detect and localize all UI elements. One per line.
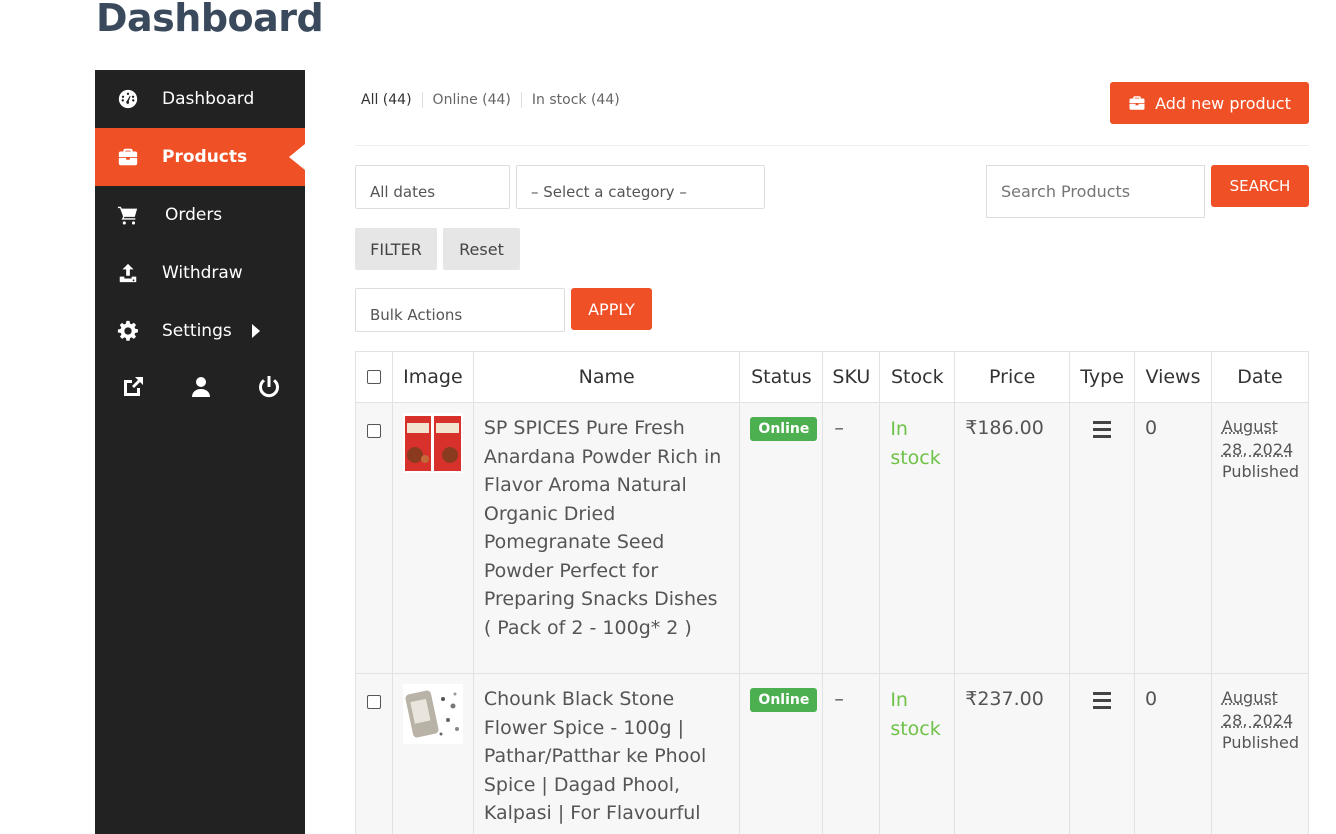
- bulk-actions-select[interactable]: Bulk Actions: [355, 288, 565, 332]
- status-badge: Online: [750, 417, 818, 441]
- reset-button[interactable]: Reset: [443, 228, 520, 270]
- table-row: Chounk Black Stone Flower Spice - 100g |…: [355, 673, 1310, 834]
- search-input[interactable]: [986, 165, 1205, 218]
- briefcase-icon: [117, 146, 139, 168]
- bulk-actions-value: Bulk Actions: [370, 306, 463, 324]
- row-checkbox[interactable]: [366, 695, 381, 709]
- col-date: Date: [1210, 351, 1310, 403]
- tab-all[interactable]: All (44): [361, 92, 422, 108]
- col-status: Status: [739, 351, 824, 403]
- product-image-cell: [391, 673, 474, 834]
- date-cell: August 28, 2024 Published: [1210, 673, 1310, 834]
- status-cell: Online: [739, 402, 824, 674]
- page-title: Dashboard: [96, 0, 324, 40]
- col-views: Views: [1134, 351, 1212, 403]
- apply-button[interactable]: APPLY: [571, 288, 652, 330]
- sidebar-item-dashboard[interactable]: Dashboard: [95, 70, 305, 128]
- external-link-icon[interactable]: [121, 375, 145, 399]
- product-name-cell: SP SPICES Pure Fresh Anardana Powder Ric…: [472, 402, 741, 674]
- price-value: ₹186.00: [965, 417, 1044, 439]
- gear-icon: [117, 320, 139, 342]
- product-thumbnail[interactable]: [402, 684, 463, 744]
- date-cell: August 28, 2024 Published: [1210, 402, 1310, 674]
- bars-icon: [1093, 692, 1112, 709]
- type-cell: [1069, 402, 1136, 674]
- table-row: SP SPICES Pure Fresh Anardana Powder Ric…: [355, 402, 1310, 674]
- product-name-link[interactable]: SP SPICES Pure Fresh Anardana Powder Ric…: [474, 403, 740, 642]
- sidebar-item-label: Dashboard: [162, 89, 255, 109]
- views-value: 0: [1145, 688, 1158, 710]
- sidebar-item-orders[interactable]: Orders: [95, 186, 305, 244]
- dates-select-value: All dates: [370, 183, 436, 201]
- price-cell: ₹237.00: [954, 673, 1071, 834]
- sku-value: –: [834, 417, 844, 439]
- filter-button[interactable]: FILTER: [355, 228, 437, 270]
- product-name-link[interactable]: Chounk Black Stone Flower Spice - 100g |…: [474, 674, 740, 834]
- date-status: Published: [1221, 733, 1299, 752]
- stock-value: In stock: [890, 418, 941, 469]
- price-cell: ₹186.00: [954, 402, 1071, 674]
- divider: [355, 145, 1309, 146]
- bars-icon: [1093, 421, 1112, 438]
- views-value: 0: [1145, 417, 1158, 439]
- sidebar-footer: [95, 360, 305, 414]
- col-image: Image: [391, 351, 474, 403]
- briefcase-icon: [1129, 96, 1145, 110]
- stock-value: In stock: [890, 689, 941, 740]
- sku-cell: –: [822, 402, 881, 674]
- price-value: ₹237.00: [965, 688, 1044, 710]
- stock-cell: In stock: [879, 673, 956, 834]
- stock-cell: In stock: [879, 402, 956, 674]
- date-value: August 28, 2024: [1221, 417, 1294, 459]
- status-cell: Online: [739, 673, 824, 834]
- row-select-cell: [355, 673, 393, 834]
- sidebar-item-withdraw[interactable]: Withdraw: [95, 244, 305, 302]
- search-button[interactable]: SEARCH: [1211, 165, 1309, 207]
- category-select-value: – Select a category –: [531, 183, 687, 201]
- dashboard-icon: [117, 88, 139, 110]
- type-cell: [1069, 673, 1136, 834]
- status-badge: Online: [750, 688, 818, 712]
- sidebar-item-label: Products: [162, 147, 248, 167]
- sidebar-item-products[interactable]: Products: [95, 128, 305, 186]
- product-thumbnail[interactable]: [402, 413, 463, 473]
- tab-in-stock[interactable]: In stock (44): [520, 92, 630, 108]
- status-tabs: All (44) Online (44) In stock (44): [361, 92, 630, 108]
- sidebar-item-label: Settings: [162, 321, 232, 341]
- tab-online[interactable]: Online (44): [421, 92, 521, 108]
- sku-value: –: [834, 688, 844, 710]
- col-type: Type: [1069, 351, 1136, 403]
- add-new-product-button[interactable]: Add new product: [1110, 82, 1309, 124]
- col-name: Name: [472, 351, 741, 403]
- product-name-cell: Chounk Black Stone Flower Spice - 100g |…: [472, 673, 741, 834]
- products-table: Image Name Status SKU Stock Price Type V…: [355, 351, 1310, 834]
- select-all-checkbox[interactable]: [366, 369, 381, 384]
- sidebar-item-label: Withdraw: [162, 263, 243, 283]
- date-status: Published: [1221, 462, 1299, 481]
- product-image-cell: [391, 402, 474, 674]
- views-cell: 0: [1134, 673, 1212, 834]
- category-select[interactable]: – Select a category –: [516, 165, 765, 209]
- col-sku: SKU: [822, 351, 881, 403]
- user-icon[interactable]: [189, 375, 213, 399]
- sidebar-item-settings[interactable]: Settings: [95, 302, 305, 360]
- sidebar: Dashboard Products Orders Withdraw Setti…: [95, 70, 305, 834]
- power-icon[interactable]: [257, 375, 281, 399]
- table-header-row: Image Name Status SKU Stock Price Type V…: [355, 351, 1310, 403]
- col-stock: Stock: [879, 351, 956, 403]
- select-all-cell: [355, 351, 393, 403]
- date-value: August 28, 2024: [1221, 688, 1294, 730]
- upload-icon: [117, 262, 139, 284]
- row-select-cell: [355, 402, 393, 674]
- sku-cell: –: [822, 673, 881, 834]
- col-price: Price: [954, 351, 1071, 403]
- add-new-product-label: Add new product: [1155, 93, 1291, 113]
- views-cell: 0: [1134, 402, 1212, 674]
- dates-select[interactable]: All dates: [355, 165, 510, 209]
- sidebar-item-label: Orders: [165, 205, 223, 225]
- row-checkbox[interactable]: [366, 424, 381, 438]
- cart-icon: [117, 204, 139, 226]
- chevron-right-icon[interactable]: [251, 324, 260, 338]
